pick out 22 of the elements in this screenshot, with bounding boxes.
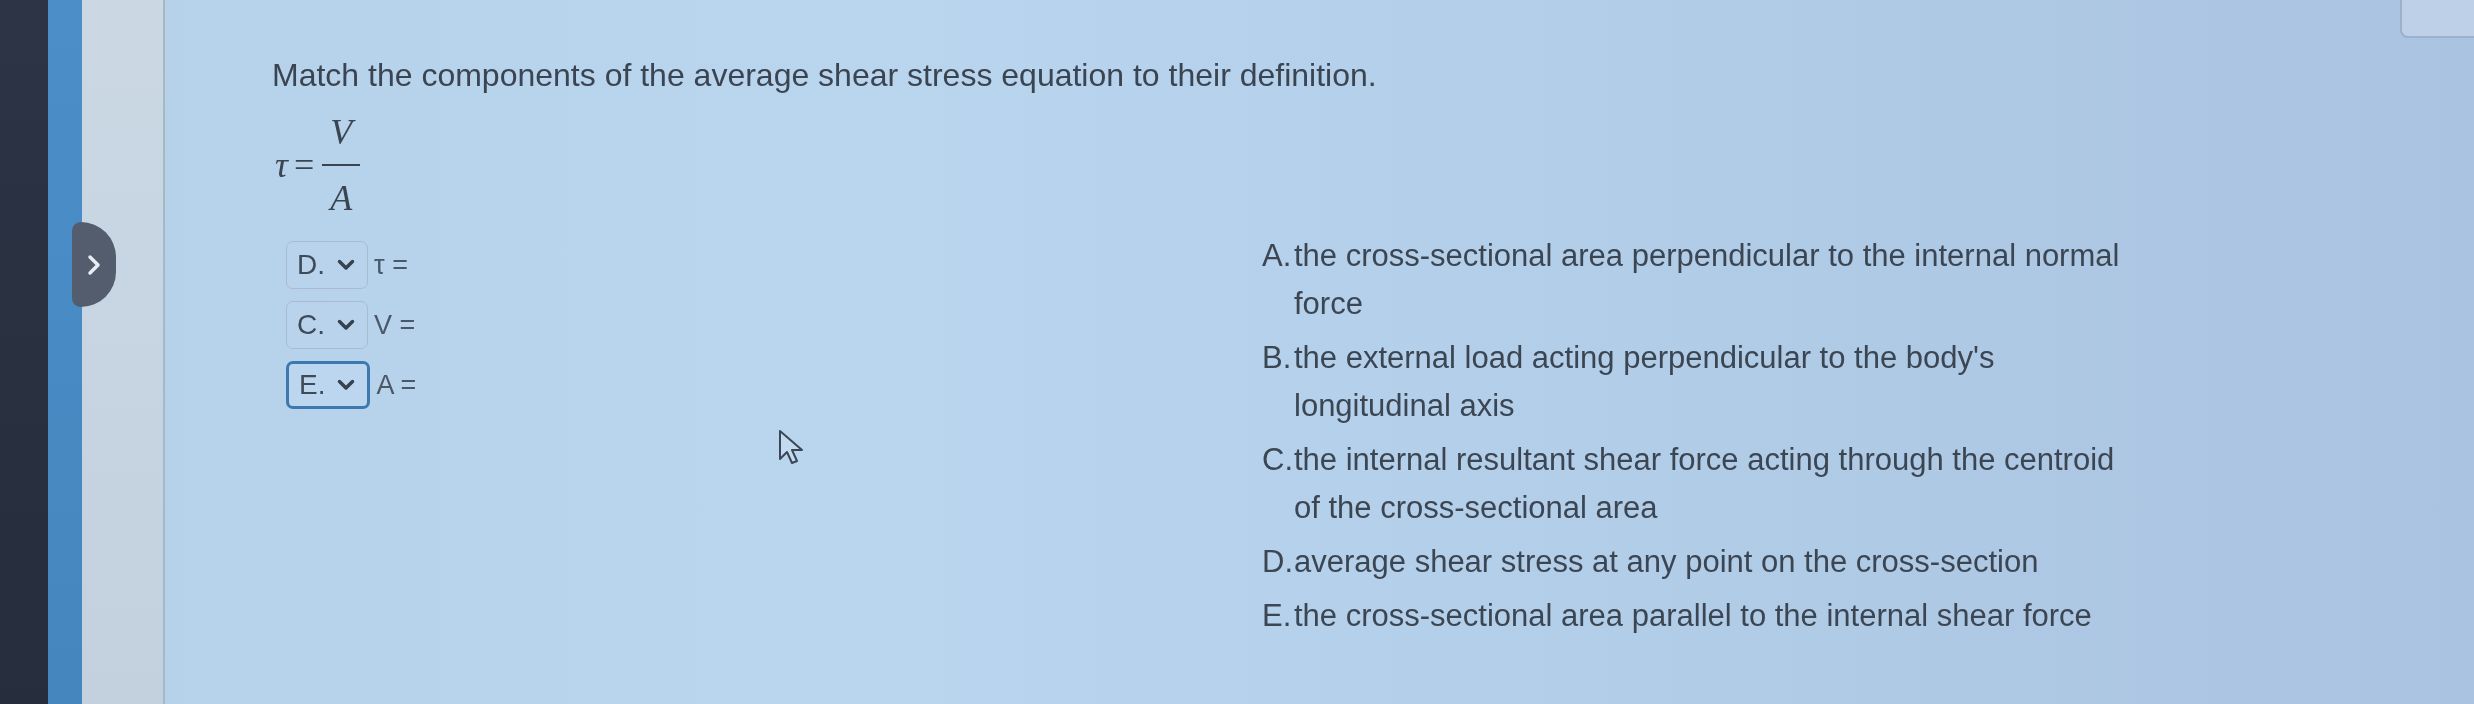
- chevron-right-icon: [87, 253, 101, 276]
- chevron-down-icon: [337, 379, 356, 391]
- option-text: the cross-sectional area parallel to the internal shear force: [1294, 597, 2093, 635]
- mouse-pointer-icon: [778, 429, 805, 465]
- answer-dropdown[interactable]: C.: [286, 301, 368, 349]
- equation-symbol: τ: [275, 144, 288, 186]
- option-letter: A.: [1262, 237, 1293, 275]
- option-letter: E.: [1262, 597, 1293, 635]
- term-label: V =: [374, 309, 416, 341]
- equals-sign: =: [293, 144, 315, 186]
- option-letter: D.: [1262, 543, 1294, 581]
- option-text: average shear stress at any point on the cross-section: [1294, 543, 2040, 581]
- term-label: A =: [376, 369, 417, 401]
- answer-dropdown[interactable]: D.: [286, 241, 368, 289]
- chevron-down-icon: [337, 319, 355, 331]
- question-prompt: Match the components of the average shear stress equation to their definition.: [272, 56, 1378, 94]
- chevron-down-icon: [337, 259, 355, 271]
- answer-dropdown[interactable]: E.: [286, 361, 371, 409]
- option-letter: C.: [1262, 441, 1294, 479]
- option-letter: B.: [1262, 339, 1293, 377]
- term-label: τ =: [374, 249, 408, 281]
- denominator: A: [330, 177, 353, 216]
